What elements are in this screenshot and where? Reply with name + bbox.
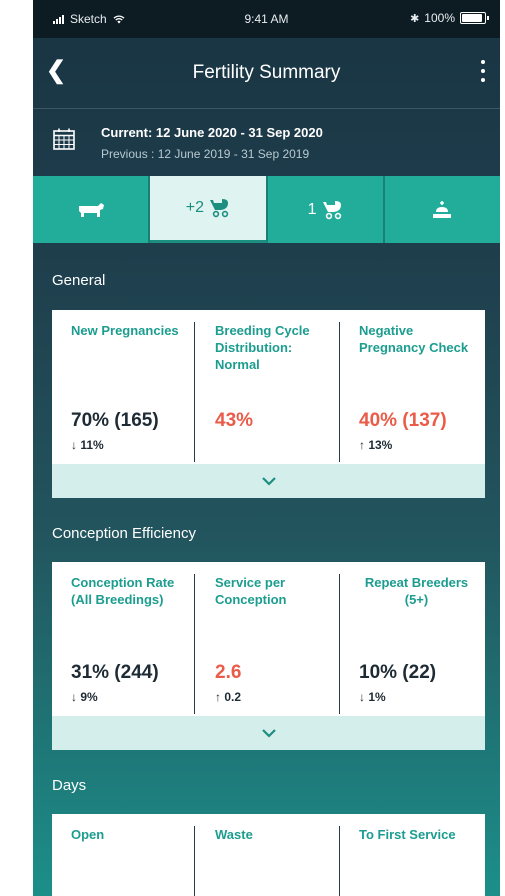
category-tabs: +2 1 — [33, 176, 500, 243]
app-header: ❮ Fertility Summary — [33, 38, 500, 110]
metric-label: Waste — [215, 827, 253, 842]
metric-new-pregnancies[interactable]: New Pregnancies — [71, 322, 191, 339]
phone-screen: Sketch 9:41 AM ✱ 100% ❮ Fertility Summar… — [33, 0, 500, 896]
status-bar: Sketch 9:41 AM ✱ 100% — [33, 0, 500, 38]
tab-due[interactable]: 1 — [267, 176, 385, 243]
metric-label: To First Service — [359, 827, 456, 842]
tab-due-label: 1 — [307, 200, 317, 218]
column-divider — [339, 826, 340, 896]
metric-delta: ↓ 11% — [71, 438, 104, 452]
header-divider — [33, 108, 500, 109]
metric-delta: ↑ 0.2 — [215, 690, 242, 704]
conception-card: Conception Rate (All Breedings) 31% (244… — [52, 562, 485, 750]
stroller-icon — [322, 200, 341, 219]
metric-negative-pregnancy[interactable]: Negative Pregnancy Check — [359, 322, 474, 356]
expand-conception-button[interactable] — [52, 716, 485, 750]
metric-service-per-conception[interactable]: Service per Conception — [215, 574, 335, 608]
metric-label: Repeat Breeders (5+) — [364, 575, 469, 607]
calf-icon — [433, 200, 452, 218]
date-range[interactable]: Current: 12 June 2020 - 31 Sep 2020 Prev… — [33, 110, 500, 176]
expand-general-button[interactable] — [52, 464, 485, 498]
more-options-button[interactable] — [480, 60, 486, 88]
page-title: Fertility Summary — [192, 62, 341, 83]
stroller-icon — [210, 199, 229, 218]
metric-label: Breeding Cycle Distribution: Normal — [215, 323, 310, 372]
tab-calving[interactable] — [384, 176, 500, 243]
metric-value: 40% (137) — [359, 410, 447, 431]
metric-label: Negative Pregnancy Check — [359, 323, 469, 355]
section-title-days: Days — [52, 777, 87, 794]
metric-conception-rate[interactable]: Conception Rate (All Breedings) — [71, 574, 191, 608]
section-title-conception: Conception Efficiency — [52, 525, 196, 542]
metric-delta: ↑ 13% — [359, 438, 393, 452]
general-card: New Pregnancies 70% (165) ↓ 11% Breeding… — [52, 310, 485, 498]
chevron-down-icon — [261, 728, 276, 738]
metric-label: Conception Rate (All Breedings) — [71, 575, 175, 607]
metric-value: 43% — [215, 410, 254, 431]
battery-percent: 100% — [424, 11, 455, 25]
metric-delta: ↓ 1% — [359, 690, 386, 704]
calendar-icon — [53, 128, 75, 150]
metric-label: Service per Conception — [215, 575, 287, 607]
metric-value: 10% (22) — [359, 662, 437, 683]
metric-delta: ↓ 9% — [71, 690, 98, 704]
metric-label: New Pregnancies — [71, 323, 179, 338]
column-divider — [339, 322, 340, 462]
battery-icon — [460, 12, 489, 24]
chevron-down-icon — [261, 476, 276, 486]
metric-days-waste[interactable]: Waste — [215, 826, 335, 843]
column-divider — [339, 574, 340, 714]
column-divider — [194, 826, 195, 896]
metric-value: 31% (244) — [71, 662, 159, 683]
metric-value: 2.6 — [215, 662, 242, 683]
bluetooth-icon: ✱ — [410, 12, 420, 25]
days-card: Open Waste To First Service — [52, 814, 485, 896]
metric-days-first-service[interactable]: To First Service — [359, 826, 479, 843]
tab-pregnant[interactable]: +2 — [150, 176, 268, 243]
current-period: Current: 12 June 2020 - 31 Sep 2020 — [101, 125, 323, 140]
column-divider — [194, 322, 195, 462]
metric-days-open[interactable]: Open — [71, 826, 191, 843]
previous-period: Previous : 12 June 2019 - 31 Sep 2019 — [101, 147, 310, 161]
metric-value: 70% (165) — [71, 410, 159, 431]
tab-cows[interactable] — [33, 176, 151, 243]
metric-repeat-breeders[interactable]: Repeat Breeders (5+) — [359, 574, 474, 608]
metric-label: Open — [71, 827, 105, 842]
cow-icon — [78, 202, 104, 217]
section-title-general: General — [52, 272, 106, 289]
metric-breeding-cycle[interactable]: Breeding Cycle Distribution: Normal — [215, 322, 335, 373]
tab-pregnant-label: +2 — [185, 199, 204, 216]
column-divider — [194, 574, 195, 714]
